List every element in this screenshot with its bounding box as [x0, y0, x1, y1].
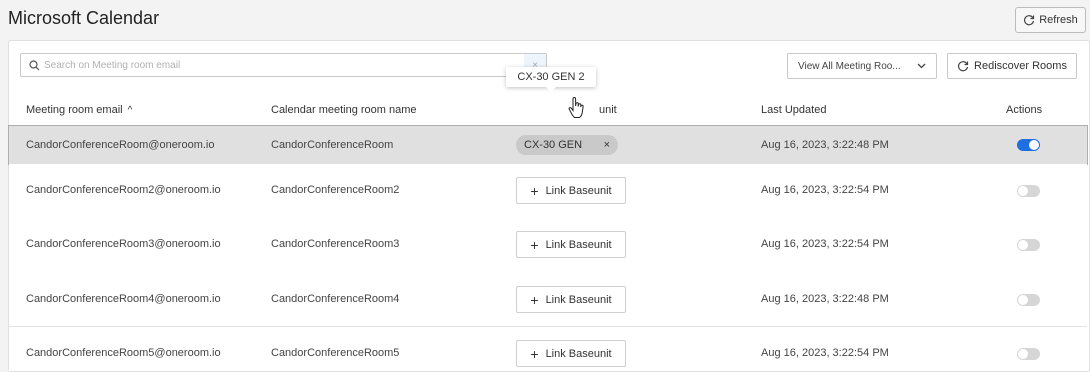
search-box: × — [20, 53, 547, 77]
last-updated: Aug 16, 2023, 3:22:54 PM — [761, 184, 889, 196]
room-name: CandorConferenceRoom5 — [271, 347, 400, 359]
column-header-label: Meeting room email — [26, 104, 123, 116]
plus-icon: + — [530, 182, 539, 199]
room-email: CandorConferenceRoom@oneroom.io — [26, 139, 215, 151]
rediscover-rooms-button[interactable]: Rediscover Rooms — [947, 53, 1077, 79]
view-rooms-select[interactable]: View All Meeting Roo... — [787, 53, 937, 79]
enable-toggle[interactable] — [1017, 139, 1040, 151]
chevron-down-icon — [917, 63, 926, 69]
enable-toggle[interactable] — [1017, 239, 1040, 251]
column-header-label: Last Updated — [761, 104, 827, 116]
table-row[interactable]: CandorConferenceRoom@oneroom.io CandorCo… — [8, 125, 1088, 165]
remove-chip-icon[interactable]: × — [604, 139, 610, 151]
room-email: CandorConferenceRoom2@oneroom.io — [26, 184, 221, 196]
room-email: CandorConferenceRoom4@oneroom.io — [26, 293, 221, 305]
rediscover-label: Rediscover Rooms — [974, 60, 1067, 72]
last-updated: Aug 16, 2023, 3:22:48 PM — [761, 139, 889, 151]
room-name: CandorConferenceRoom3 — [271, 238, 400, 250]
plus-icon: + — [530, 236, 539, 253]
search-input[interactable] — [40, 55, 524, 75]
table-row[interactable]: CandorConferenceRoom5@oneroom.io CandorC… — [9, 327, 1087, 371]
room-email: CandorConferenceRoom5@oneroom.io — [26, 347, 221, 359]
link-baseunit-label: Link Baseunit — [545, 238, 612, 251]
baseunit-chip[interactable]: CX-30 GEN × — [516, 135, 618, 155]
link-baseunit-label: Link Baseunit — [545, 293, 612, 306]
table-row[interactable]: CandorConferenceRoom3@oneroom.io CandorC… — [9, 218, 1087, 273]
column-header-email[interactable]: Meeting room email ^ — [26, 104, 132, 116]
room-name: CandorConferenceRoom2 — [271, 184, 400, 196]
enable-toggle[interactable] — [1017, 348, 1040, 360]
column-header-last-updated[interactable]: Last Updated — [761, 104, 826, 116]
refresh-icon — [958, 61, 969, 72]
table-row[interactable]: CandorConferenceRoom4@oneroom.io CandorC… — [9, 272, 1087, 327]
column-header-actions: Actions — [1006, 104, 1042, 116]
link-baseunit-button[interactable]: + Link Baseunit — [516, 231, 626, 258]
enable-toggle[interactable] — [1017, 185, 1040, 197]
plus-icon: + — [530, 345, 539, 362]
refresh-button[interactable]: Refresh — [1015, 7, 1086, 33]
link-baseunit-button[interactable]: + Link Baseunit — [516, 340, 626, 367]
sort-ascending-icon: ^ — [127, 104, 133, 116]
link-baseunit-button[interactable]: + Link Baseunit — [516, 286, 626, 313]
room-email: CandorConferenceRoom3@oneroom.io — [26, 238, 221, 250]
table-row[interactable]: CandorConferenceRoom2@oneroom.io CandorC… — [9, 164, 1087, 219]
room-name: CandorConferenceRoom — [271, 139, 394, 151]
column-header-baseunit[interactable]: unit — [599, 104, 617, 116]
last-updated: Aug 16, 2023, 3:22:54 PM — [761, 347, 889, 359]
enable-toggle[interactable] — [1017, 294, 1040, 306]
plus-icon: + — [530, 291, 539, 308]
search-icon — [29, 59, 40, 71]
last-updated: Aug 16, 2023, 3:22:54 PM — [761, 238, 889, 250]
link-baseunit-button[interactable]: + Link Baseunit — [516, 177, 626, 204]
link-baseunit-label: Link Baseunit — [545, 184, 612, 197]
column-header-label: Actions — [1006, 104, 1043, 116]
page-title: Microsoft Calendar — [8, 8, 160, 28]
column-header-label: unit — [599, 104, 617, 116]
baseunit-chip-label: CX-30 GEN — [524, 139, 583, 151]
view-select-value: View All Meeting Roo... — [798, 60, 901, 72]
refresh-label: Refresh — [1039, 14, 1078, 26]
hand-cursor-icon — [568, 97, 584, 118]
refresh-icon — [1024, 15, 1035, 26]
link-baseunit-label: Link Baseunit — [545, 347, 612, 360]
column-header-label: Calendar meeting room name — [271, 104, 417, 116]
room-name: CandorConferenceRoom4 — [271, 293, 400, 305]
column-header-room-name[interactable]: Calendar meeting room name — [271, 104, 417, 116]
baseunit-tooltip: CX-30 GEN 2 — [506, 67, 596, 92]
last-updated: Aug 16, 2023, 3:22:48 PM — [761, 293, 889, 305]
